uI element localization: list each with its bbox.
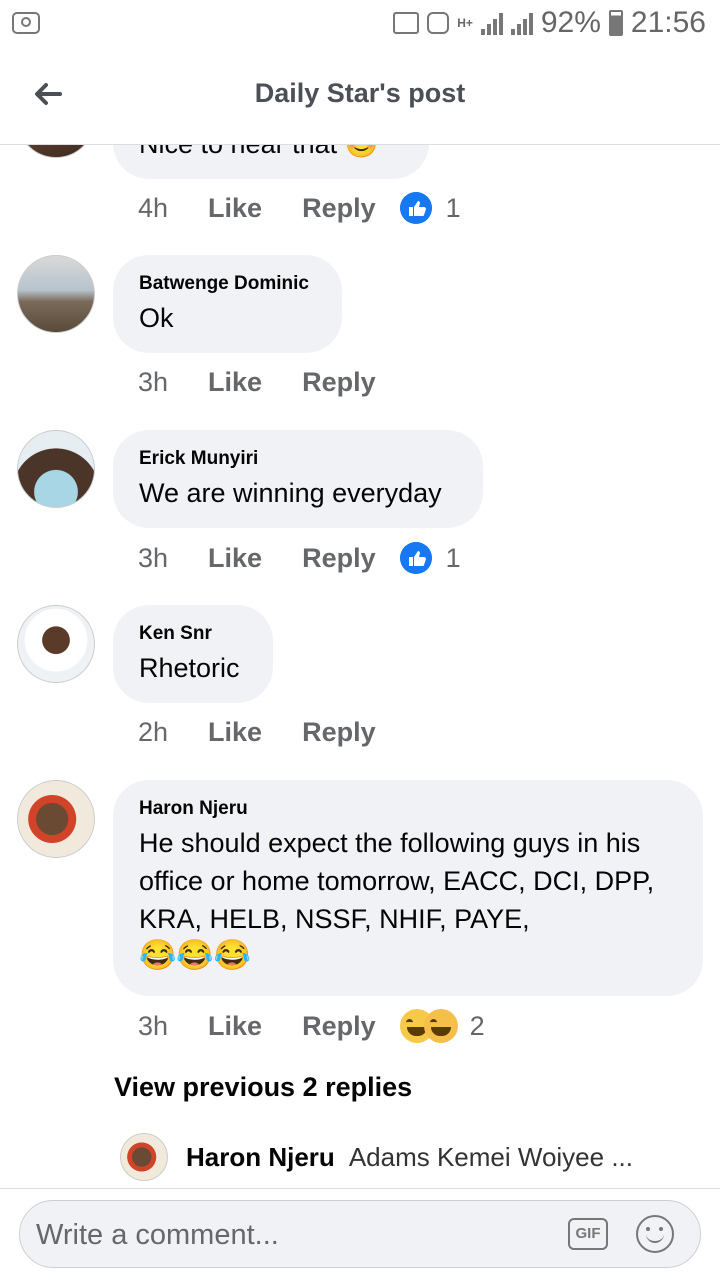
thumbs-up-icon [399,192,432,224]
comment-actions: 2h Like Reply [138,717,376,748]
page-title: Daily Star's post [254,78,466,108]
reaction-count: 1 [445,192,461,223]
comment-time: 2h [138,717,169,747]
phone-icon [427,12,450,34]
reaction-summary[interactable]: 1 [399,192,461,224]
comment-actions: 3h Like Reply 2 [138,1009,485,1043]
like-button[interactable]: Like [208,717,262,748]
avatar[interactable] [17,430,95,508]
commenter-name[interactable]: Haron Njeru [139,796,677,822]
comment-input-box[interactable]: GIF [19,1200,701,1268]
reply-preview-text: Adams Kemei Woiyee ... [348,1141,633,1172]
comment-actions: 3h Like Reply 1 [138,542,461,574]
comment-input[interactable] [34,1211,558,1259]
comment-composer: GIF [0,1188,720,1281]
comment-bubble[interactable]: Erick Munyiri We are winning everyday [113,430,483,528]
like-button[interactable]: Like [208,193,262,224]
comment-actions: 4h Like Reply 1 [138,192,461,224]
comment-actions: 3h Like Reply [138,367,376,398]
avatar[interactable] [17,255,95,333]
comment-bubble[interactable]: Ken Snr Rhetoric [113,605,273,703]
commenter-name[interactable]: Batwenge Dominic [139,271,316,297]
avatar[interactable] [120,1133,168,1181]
comment-text: Ok [139,303,174,333]
comment-time: 3h [138,1010,169,1041]
reaction-summary[interactable]: 1 [399,542,461,574]
comment-text: We are winning everyday [139,478,442,508]
comment-time: 3h [138,367,169,397]
avatar[interactable] [17,780,95,858]
reply-button[interactable]: Reply [302,717,376,748]
like-button[interactable]: Like [208,543,262,574]
comment-text: Nice to hear that 😊 [139,145,403,163]
app-bar: Daily Star's post [0,48,720,145]
commenter-name[interactable]: Erick Munyiri [139,446,457,472]
reaction-count: 1 [445,542,461,573]
network-type: H+ [457,15,473,30]
comment-text: He should expect the following guys in h… [139,828,655,934]
reply-button[interactable]: Reply [302,367,376,398]
like-button[interactable]: Like [208,1011,262,1042]
emoji-icon[interactable] [636,1215,674,1253]
sad-reaction-icon [423,1009,458,1043]
clock: 21:56 [630,6,706,39]
battery-percent: 92% [540,6,601,39]
reply-button[interactable]: Reply [302,193,376,224]
comment-bubble[interactable]: Batwenge Dominic Ok [113,255,342,353]
cast-icon [393,12,420,34]
battery-icon [608,10,623,36]
like-button[interactable]: Like [208,367,262,398]
reaction-count: 2 [469,1010,485,1041]
comment-bubble[interactable]: Nice to hear that 😊 [113,145,429,179]
status-bar: H+ 92% 21:56 [0,0,720,48]
thumbs-up-icon [399,542,432,574]
gif-button[interactable]: GIF [568,1218,608,1250]
comment-time: 3h [138,542,169,573]
reply-button[interactable]: Reply [302,1011,376,1042]
view-previous-replies-link[interactable]: View previous 2 replies [114,1072,412,1103]
camera-icon [12,12,40,34]
avatar[interactable] [17,145,95,158]
avatar[interactable] [17,605,95,683]
commenter-name[interactable]: Ken Snr [139,621,247,647]
reply-preview[interactable]: Haron Njeru Adams Kemei Woiyee ... [120,1133,633,1181]
status-icons: H+ 92% 21:56 [393,6,706,40]
comment-bubble[interactable]: Haron Njeru He should expect the followi… [113,780,703,996]
comment-time: 4h [138,192,169,223]
comment-text: Rhetoric [139,653,240,683]
comment-list[interactable]: Nice to hear that 😊 4h Like Reply 1 Batw… [0,145,720,1188]
reply-author-name[interactable]: Haron Njeru [186,1142,335,1173]
signal-icon [480,11,503,35]
signal-icon-2 [510,11,533,35]
comment-emoji: 😂😂😂 [139,939,252,972]
reaction-summary[interactable]: 2 [399,1009,485,1043]
reply-button[interactable]: Reply [302,543,376,574]
